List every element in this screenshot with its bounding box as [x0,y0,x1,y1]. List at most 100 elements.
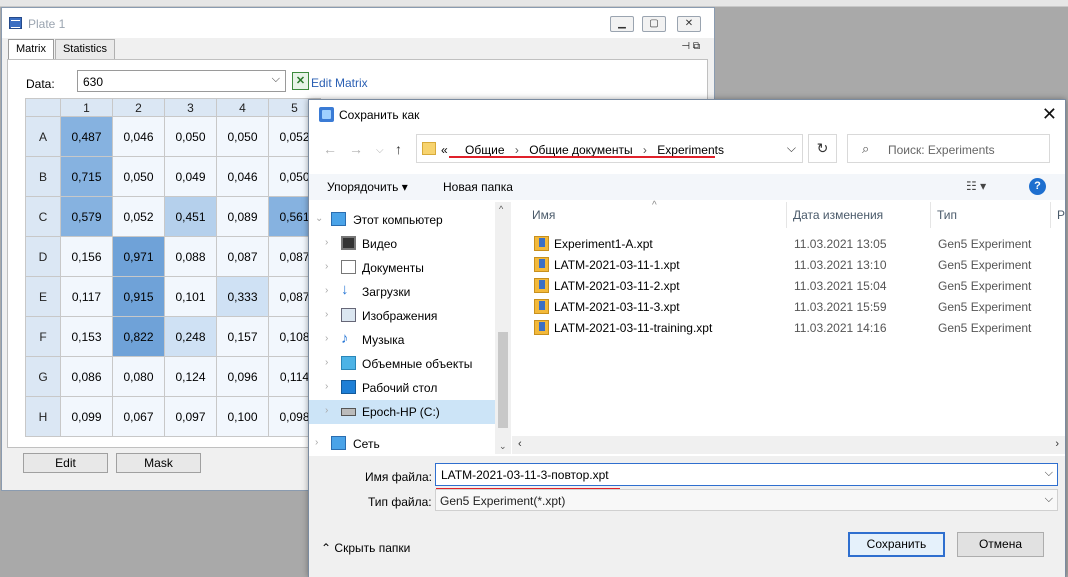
breadcrumb-prefix[interactable]: « [441,143,448,157]
up-arrow-icon[interactable]: ↑ [395,141,402,157]
cancel-button[interactable]: Отмена [957,532,1044,557]
row-header[interactable]: E [25,276,61,317]
nav-item-3d-objects[interactable]: › Объемные объекты [309,352,495,376]
organize-menu[interactable]: Упорядочить ▾ [327,180,408,194]
search-input[interactable]: ⌕ Поиск: Experiments [847,134,1050,163]
file-row[interactable]: LATM-2021-03-11-training.xpt 11.03.2021 … [512,317,1065,338]
well-cell[interactable]: 0,050 [164,116,217,157]
hide-folders-toggle[interactable]: ⌃ Скрыть папки [321,541,410,555]
well-cell[interactable]: 0,117 [60,276,113,317]
well-cell[interactable]: 0,153 [60,316,113,357]
nav-item-documents[interactable]: › Документы [309,256,495,280]
well-cell[interactable]: 0,049 [164,156,217,197]
column-header-date[interactable]: Дата изменения [793,208,883,222]
close-window-button[interactable]: ✕ [677,16,701,32]
well-cell[interactable]: 0,487 [60,116,113,157]
well-cell[interactable]: 0,086 [60,356,113,397]
nav-item-downloads[interactable]: › ↓ Загрузки [309,280,495,304]
well-cell[interactable]: 0,087 [216,236,269,277]
well-cell[interactable]: 0,088 [164,236,217,277]
well-cell[interactable]: 0,096 [216,356,269,397]
row-header[interactable]: D [25,236,61,277]
nav-item-video[interactable]: › Видео [309,232,495,256]
chevron-down-icon[interactable]: ⌵ [1045,467,1053,480]
file-row[interactable]: LATM-2021-03-11-1.xpt 11.03.2021 13:10 G… [512,254,1065,275]
back-arrow-icon[interactable]: ← [323,141,337,157]
scroll-left-icon[interactable]: ‹ [518,438,522,450]
well-cell[interactable]: 0,099 [60,396,113,437]
nav-item-drive-c[interactable]: › Epoch-HP (C:) [309,400,495,424]
scroll-right-icon[interactable]: › [1055,438,1059,450]
expand-chevron-icon[interactable]: ⌄ [315,213,323,224]
pin-icon[interactable]: ⊣ ⧉ [681,41,700,52]
expand-chevron-icon[interactable]: › [325,381,328,392]
filename-field[interactable]: LATM-2021-03-11-3-повтор.xpt ⌵ [435,463,1058,486]
nav-item-this-pc[interactable]: ⌄ Этот компьютер [309,208,495,232]
well-cell[interactable]: 0,046 [216,156,269,197]
nav-item-desktop[interactable]: › Рабочий стол [309,376,495,400]
expand-chevron-icon[interactable]: › [325,333,328,344]
row-header[interactable]: C [25,196,61,237]
expand-chevron-icon[interactable]: › [325,309,328,320]
row-header[interactable]: F [25,316,61,357]
close-icon[interactable]: ✕ [1042,104,1057,125]
well-cell[interactable]: 0,101 [164,276,217,317]
file-row[interactable]: LATM-2021-03-11-3.xpt 11.03.2021 15:59 G… [512,296,1065,317]
data-select[interactable]: 630 ⌵ [77,70,286,92]
well-cell[interactable]: 0,822 [112,316,165,357]
recent-chevron-icon[interactable]: ⌵ [376,145,384,156]
well-cell[interactable]: 0,089 [216,196,269,237]
well-cell[interactable]: 0,097 [164,396,217,437]
refresh-button[interactable]: ↻ [808,134,837,163]
well-cell[interactable]: 0,080 [112,356,165,397]
row-header[interactable]: A [25,116,61,157]
expand-chevron-icon[interactable]: › [325,261,328,272]
expand-chevron-icon[interactable]: › [325,285,328,296]
minimize-button[interactable]: ▁ [610,16,634,32]
maximize-button[interactable]: ▢ [642,16,666,32]
edit-matrix-link[interactable]: Edit Matrix [311,76,368,90]
breadcrumb-item[interactable]: Experiments [657,143,724,157]
column-divider[interactable] [930,202,931,228]
well-cell[interactable]: 0,451 [164,196,217,237]
well-cell[interactable]: 0,248 [164,316,217,357]
expand-chevron-icon[interactable]: › [315,437,318,448]
column-header[interactable]: 1 [60,98,113,117]
scroll-up-icon[interactable]: ^ [499,204,503,214]
row-header[interactable]: H [25,396,61,437]
filetype-select[interactable]: Gen5 Experiment(*.xpt) ⌵ [435,489,1058,511]
well-cell[interactable]: 0,050 [216,116,269,157]
mask-button[interactable]: Mask [116,453,201,473]
well-cell[interactable]: 0,971 [112,236,165,277]
well-cell[interactable]: 0,156 [60,236,113,277]
scroll-down-icon[interactable]: ⌄ [499,441,507,452]
well-cell[interactable]: 0,333 [216,276,269,317]
file-row[interactable]: Experiment1-A.xpt 11.03.2021 13:05 Gen5 … [512,233,1065,254]
view-options-icon[interactable]: ☷ ▾ [966,179,986,193]
row-header[interactable]: B [25,156,61,197]
well-cell[interactable]: 0,050 [112,156,165,197]
tab-matrix[interactable]: Matrix [8,39,54,60]
column-header[interactable]: 2 [112,98,165,117]
forward-arrow-icon[interactable]: → [349,141,363,157]
column-header-name[interactable]: Имя [532,208,555,222]
nav-item-network[interactable]: › Сеть [309,432,495,456]
well-cell[interactable]: 0,046 [112,116,165,157]
column-header-size[interactable]: Р [1057,208,1065,222]
column-header-type[interactable]: Тип [937,208,957,222]
expand-chevron-icon[interactable]: › [325,357,328,368]
help-icon[interactable]: ? [1029,178,1046,195]
well-cell[interactable]: 0,100 [216,396,269,437]
address-bar[interactable]: « Общие › Общие документы › Experiments … [416,134,803,163]
breadcrumb-item[interactable]: Общие [465,143,504,157]
file-row[interactable]: LATM-2021-03-11-2.xpt 11.03.2021 15:04 G… [512,275,1065,296]
column-header[interactable]: 4 [216,98,269,117]
well-cell[interactable]: 0,052 [112,196,165,237]
row-header[interactable]: G [25,356,61,397]
edit-button[interactable]: Edit [23,453,108,473]
column-divider[interactable] [1050,202,1051,228]
breadcrumb-item[interactable]: Общие документы [529,143,632,157]
well-cell[interactable]: 0,157 [216,316,269,357]
new-folder-button[interactable]: Новая папка [443,180,513,194]
column-header[interactable]: 3 [164,98,217,117]
